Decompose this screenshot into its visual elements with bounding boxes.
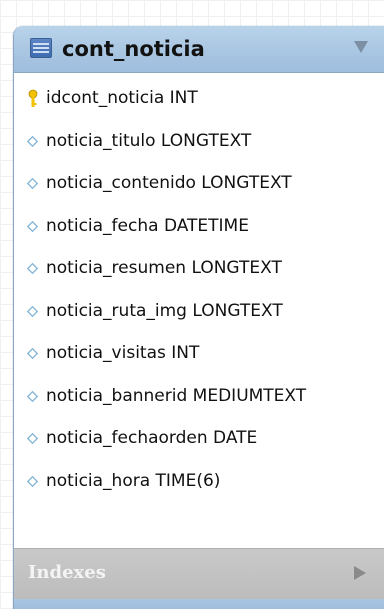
diamond-icon (27, 391, 38, 402)
key-icon (28, 89, 38, 107)
column-row[interactable]: noticia_bannerid MEDIUMTEXT (14, 376, 384, 418)
column-label: noticia_fecha DATETIME (46, 216, 249, 236)
diamond-icon (27, 136, 38, 147)
column-row[interactable]: noticia_hora TIME(6) (14, 461, 384, 503)
column-row[interactable]: noticia_fechaorden DATE (14, 418, 384, 460)
table-icon-line (33, 43, 49, 45)
diamond-icon (27, 178, 38, 189)
column-row[interactable]: noticia_fecha DATETIME (14, 206, 384, 248)
column-label: noticia_visitas INT (46, 343, 200, 363)
diamond-icon (27, 306, 38, 317)
diamond-icon (27, 433, 38, 444)
diagram-canvas: cont_noticia idcont_noticia INT noticia_t… (0, 0, 384, 609)
table-title: cont_noticia (62, 37, 205, 61)
table-card[interactable]: cont_noticia idcont_noticia INT noticia_t… (13, 26, 384, 609)
column-label: noticia_hora TIME(6) (46, 471, 221, 491)
table-header[interactable]: cont_noticia (14, 26, 384, 73)
column-row[interactable]: idcont_noticia INT (14, 78, 384, 120)
chevron-down-icon[interactable] (354, 41, 368, 53)
diamond-icon (27, 476, 38, 487)
diamond-icon (27, 348, 38, 359)
column-label: noticia_bannerid MEDIUMTEXT (46, 386, 307, 406)
diamond-icon (27, 263, 38, 274)
column-label: noticia_ruta_img LONGTEXT (46, 301, 283, 321)
column-row[interactable]: noticia_resumen LONGTEXT (14, 248, 384, 290)
column-row[interactable]: noticia_visitas INT (14, 333, 384, 375)
column-row[interactable]: noticia_contenido LONGTEXT (14, 163, 384, 205)
indexes-section[interactable]: Indexes (14, 548, 384, 599)
column-row[interactable]: noticia_ruta_img LONGTEXT (14, 291, 384, 333)
column-label: noticia_titulo LONGTEXT (46, 131, 252, 151)
table-footer-strip (14, 599, 384, 609)
column-label: noticia_contenido LONGTEXT (46, 173, 292, 193)
column-row[interactable]: noticia_titulo LONGTEXT (14, 121, 384, 163)
column-label: idcont_noticia INT (46, 88, 198, 108)
table-icon-line (33, 51, 49, 53)
chevron-right-icon[interactable] (354, 566, 366, 580)
diamond-icon (27, 221, 38, 232)
column-label: noticia_resumen LONGTEXT (46, 258, 282, 278)
indexes-label: Indexes (28, 562, 106, 583)
table-icon-line (33, 47, 49, 49)
table-icon (30, 38, 52, 58)
column-label: noticia_fechaorden DATE (46, 428, 258, 448)
